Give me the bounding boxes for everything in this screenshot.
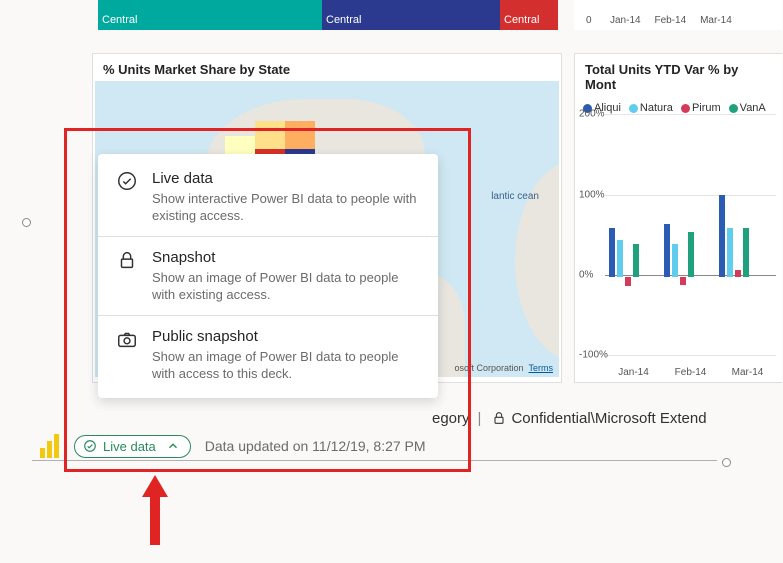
menu-item-desc: Show an image of Power BI data to people…: [152, 348, 420, 382]
top-x-jan: Jan-14: [610, 15, 641, 26]
terms-link[interactable]: Terms: [529, 363, 554, 373]
footer-row: egory | Confidential\Microsoft Extend: [32, 406, 783, 430]
menu-item-title: Snapshot: [152, 249, 420, 266]
selection-guide: [32, 460, 717, 461]
footer-confidential: Confidential\Microsoft Extend: [511, 410, 706, 427]
annotation-arrow: [140, 475, 170, 545]
selection-handle-right[interactable]: [722, 458, 731, 467]
region-bar-3: Central: [500, 0, 558, 30]
legend-pirum: Pirum: [692, 102, 721, 114]
y-m100: -100%: [579, 350, 608, 361]
top-x-mar: Mar-14: [700, 15, 732, 26]
top-chart-strip: Jan-14 Feb-14 Mar-14 0: [574, 0, 782, 30]
menu-item-title: Public snapshot: [152, 328, 420, 345]
canvas: Central Central Central Jan-14 Feb-14 Ma…: [0, 0, 783, 563]
menu-item-live-data[interactable]: Live data Show interactive Power BI data…: [98, 158, 438, 236]
menu-item-snapshot[interactable]: Snapshot Show an image of Power BI data …: [98, 236, 438, 315]
live-data-dropdown[interactable]: Live data: [74, 435, 191, 458]
x-mar: Mar-14: [719, 367, 776, 378]
region-label: Central: [102, 14, 137, 26]
lock-icon: [491, 410, 507, 426]
x-feb: Feb-14: [662, 367, 719, 378]
chart-legend: Aliqui Natura Pirum VanA: [575, 96, 782, 114]
top-y0: 0: [586, 15, 592, 26]
data-updated-text: Data updated on 11/12/19, 8:27 PM: [205, 438, 426, 454]
footer-category: egory: [432, 410, 470, 427]
region-bar-2: Central: [322, 0, 500, 30]
chart-x-axis: Jan-14 Feb-14 Mar-14: [605, 367, 776, 378]
check-circle-icon: [83, 439, 97, 453]
menu-item-desc: Show interactive Power BI data to people…: [152, 190, 420, 224]
lock-icon: [116, 249, 138, 271]
region-label: Central: [326, 14, 361, 26]
ytd-chart-panel[interactable]: Total Units YTD Var % by Mont Aliqui Nat…: [574, 53, 782, 383]
chart-title: Total Units YTD Var % by Mont: [575, 54, 782, 96]
legend-natura: Natura: [640, 102, 673, 114]
region-bar-1: Central: [98, 0, 322, 30]
legend-van: VanA: [740, 102, 766, 114]
region-label: Central: [504, 14, 539, 26]
x-jan: Jan-14: [605, 367, 662, 378]
map-attribution: osoft Corporation Terms: [454, 363, 553, 373]
camera-icon: [116, 328, 138, 350]
y-0: 0%: [579, 270, 593, 281]
live-data-menu: Live data Show interactive Power BI data…: [98, 154, 438, 398]
selection-handle-left[interactable]: [22, 218, 31, 227]
y-100: 100%: [579, 189, 605, 200]
chart-plot: 200% 100% 0% -100%: [605, 114, 776, 356]
top-x-feb: Feb-14: [654, 15, 686, 26]
live-data-label: Live data: [103, 439, 156, 454]
menu-item-desc: Show an image of Power BI data to people…: [152, 269, 420, 303]
status-row: Live data Data updated on 11/12/19, 8:27…: [40, 434, 426, 458]
menu-item-public-snapshot[interactable]: Public snapshot Show an image of Power B…: [98, 315, 438, 394]
ocean-label: lantic cean: [491, 191, 539, 203]
check-circle-icon: [116, 170, 138, 192]
chevron-up-icon: [166, 439, 180, 453]
y-200: 200%: [579, 109, 605, 120]
region-bars: Central Central Central: [98, 0, 558, 30]
powerbi-icon: [40, 434, 60, 458]
menu-item-title: Live data: [152, 170, 420, 187]
map-title: % Units Market Share by State: [93, 54, 561, 81]
footer-separator: |: [478, 410, 482, 427]
